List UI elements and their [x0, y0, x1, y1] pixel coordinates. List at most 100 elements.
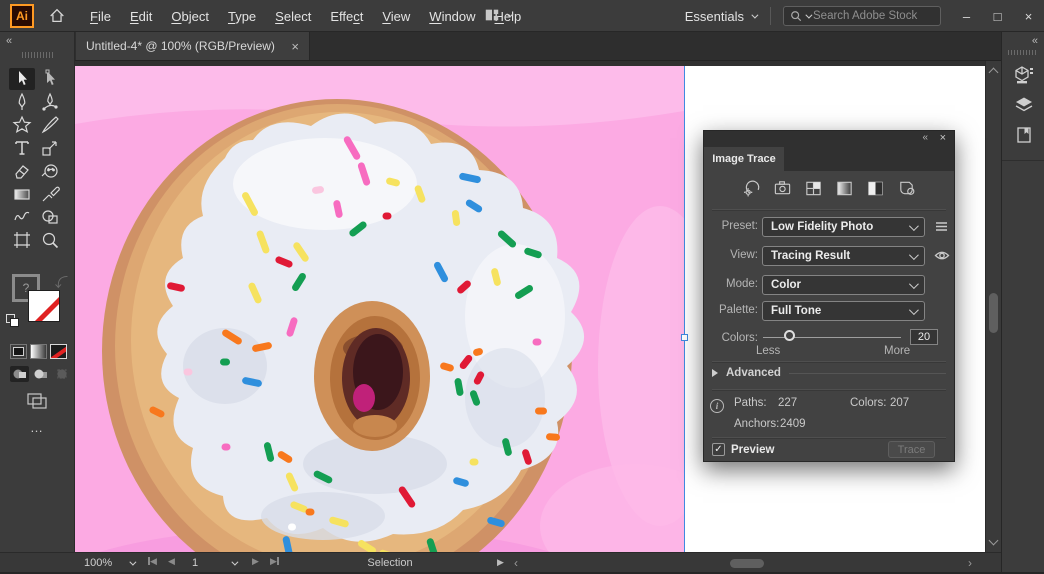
- tab-close-icon[interactable]: ×: [291, 39, 299, 54]
- maximize-button[interactable]: □: [982, 0, 1013, 32]
- view-dropdown[interactable]: Tracing Result: [762, 246, 925, 266]
- chevron-down-icon: [908, 305, 919, 316]
- menu-edit[interactable]: Edit: [130, 9, 152, 24]
- properties-panel-icon[interactable]: [1010, 62, 1037, 88]
- menu-effect[interactable]: Effect: [330, 9, 363, 24]
- tool-pen[interactable]: [9, 91, 35, 113]
- black-and-white-icon[interactable]: [866, 177, 885, 199]
- dock-grip[interactable]: [1008, 50, 1038, 55]
- panel-header[interactable]: « ×: [704, 131, 954, 147]
- zoom-level-dropdown[interactable]: 100%: [80, 555, 138, 571]
- scroll-up-icon[interactable]: [988, 67, 999, 78]
- tool-eraser[interactable]: [9, 160, 35, 182]
- none-slash-icon: [30, 291, 59, 321]
- scroll-down-icon[interactable]: [988, 535, 999, 546]
- tool-shaper[interactable]: [9, 206, 35, 228]
- document-tab-strip: Untitled-4* @ 100% (RGB/Preview) ×: [75, 32, 1001, 61]
- menu-select[interactable]: Select: [275, 9, 311, 24]
- illustrator-logo-icon: Ai: [10, 4, 34, 28]
- horizontal-scroll-thumb[interactable]: [730, 559, 764, 568]
- collapse-toolbar-icon[interactable]: «: [6, 35, 12, 47]
- gradient-button[interactable]: [30, 344, 47, 359]
- minimize-button[interactable]: –: [951, 0, 982, 32]
- preview-label: Preview: [731, 444, 775, 456]
- close-button[interactable]: ×: [1013, 0, 1044, 32]
- tool-artboard[interactable]: [9, 229, 35, 251]
- workspace-menu[interactable]: Essentials: [685, 9, 759, 24]
- palette-dropdown[interactable]: Full Tone: [762, 301, 925, 321]
- first-artboard-button[interactable]: ◀: [148, 556, 157, 567]
- scroll-left-icon[interactable]: ‹: [514, 556, 518, 570]
- auto-color-icon[interactable]: [742, 177, 761, 199]
- eye-icon[interactable]: [934, 248, 950, 266]
- low-color-icon[interactable]: [804, 177, 823, 199]
- tool-direct-selection[interactable]: [37, 68, 63, 90]
- toolbar-grip[interactable]: [22, 52, 54, 58]
- document-tab[interactable]: Untitled-4* @ 100% (RGB/Preview) ×: [76, 32, 310, 60]
- swap-fill-stroke-icon[interactable]: ⤵: [55, 272, 68, 291]
- color-button[interactable]: [10, 344, 27, 359]
- screen-mode-button[interactable]: [24, 390, 50, 417]
- outline-icon[interactable]: [897, 177, 916, 199]
- tool-scale[interactable]: [37, 137, 63, 159]
- menu-type[interactable]: Type: [228, 9, 256, 24]
- tool-rotate[interactable]: [37, 160, 63, 182]
- tool-gradient[interactable]: [9, 183, 35, 205]
- grayscale-icon[interactable]: [835, 177, 854, 199]
- colors-slider-knob[interactable]: [784, 330, 795, 341]
- workspace-switcher-icon[interactable]: [484, 7, 514, 23]
- preset-dropdown[interactable]: Low Fidelity Photo: [762, 217, 925, 237]
- tool-paintbrush[interactable]: [37, 114, 63, 136]
- next-artboard-button[interactable]: ▶: [252, 556, 259, 567]
- tool-selection[interactable]: [9, 68, 35, 90]
- status-options-icon[interactable]: ▶: [497, 557, 504, 568]
- menu-file[interactable]: File: [90, 9, 111, 24]
- tool-type[interactable]: [9, 137, 35, 159]
- selection-handle[interactable]: [681, 334, 688, 341]
- panel-close-icon[interactable]: ×: [940, 132, 946, 144]
- expand-panels-icon[interactable]: «: [1032, 35, 1038, 47]
- menu-object[interactable]: Object: [171, 9, 209, 24]
- layers-panel-icon[interactable]: [1010, 92, 1037, 118]
- default-fill-stroke-icon[interactable]: [6, 314, 20, 328]
- vertical-scrollbar[interactable]: [985, 61, 1001, 552]
- tool-star[interactable]: [9, 114, 35, 136]
- draw-behind-button[interactable]: [31, 366, 50, 382]
- previous-artboard-button[interactable]: ◀: [168, 556, 175, 567]
- adobe-stock-search[interactable]: [783, 6, 941, 26]
- tool-zoom[interactable]: [37, 229, 63, 251]
- edit-toolbar-button[interactable]: …: [2, 420, 73, 435]
- colors-value-field[interactable]: 20: [910, 329, 938, 345]
- home-icon[interactable]: [44, 4, 70, 28]
- search-input[interactable]: [813, 10, 923, 22]
- artboard-dropdown[interactable]: 1: [186, 555, 242, 571]
- preset-menu-icon[interactable]: [934, 219, 949, 237]
- libraries-panel-icon[interactable]: [1010, 122, 1037, 148]
- menu-window[interactable]: Window: [429, 9, 475, 24]
- zoom-level: 100%: [84, 557, 113, 569]
- high-color-icon[interactable]: [773, 177, 792, 199]
- trace-button[interactable]: Trace: [888, 441, 935, 458]
- more-label: More: [884, 345, 911, 357]
- mode-dropdown[interactable]: Color: [762, 275, 925, 295]
- menu-view[interactable]: View: [382, 9, 410, 24]
- vertical-scroll-thumb[interactable]: [989, 293, 998, 333]
- advanced-toggle[interactable]: Advanced: [712, 367, 946, 379]
- palette-row: Palette: Full Tone: [704, 301, 954, 321]
- last-artboard-button[interactable]: ▶: [270, 556, 279, 567]
- fill-stroke-indicator[interactable]: ? ⤵: [6, 272, 68, 328]
- draw-normal-button[interactable]: [10, 366, 29, 382]
- image-trace-tab[interactable]: Image Trace: [704, 147, 784, 171]
- palette-value: Full Tone: [771, 305, 822, 317]
- colors-count-value: 207: [890, 397, 910, 409]
- tool-eyedropper[interactable]: [37, 183, 63, 205]
- traced-donut-image[interactable]: [75, 66, 684, 552]
- tool-curvature[interactable]: [37, 91, 63, 113]
- tool-shape-builder[interactable]: [37, 206, 63, 228]
- none-button[interactable]: [50, 344, 67, 359]
- scroll-right-icon[interactable]: ›: [968, 556, 972, 570]
- panel-collapse-icon[interactable]: «: [922, 132, 928, 143]
- draw-inside-button[interactable]: [52, 366, 71, 382]
- preview-checkbox[interactable]: ✓: [712, 443, 725, 456]
- fill-swatch-none[interactable]: [28, 290, 60, 322]
